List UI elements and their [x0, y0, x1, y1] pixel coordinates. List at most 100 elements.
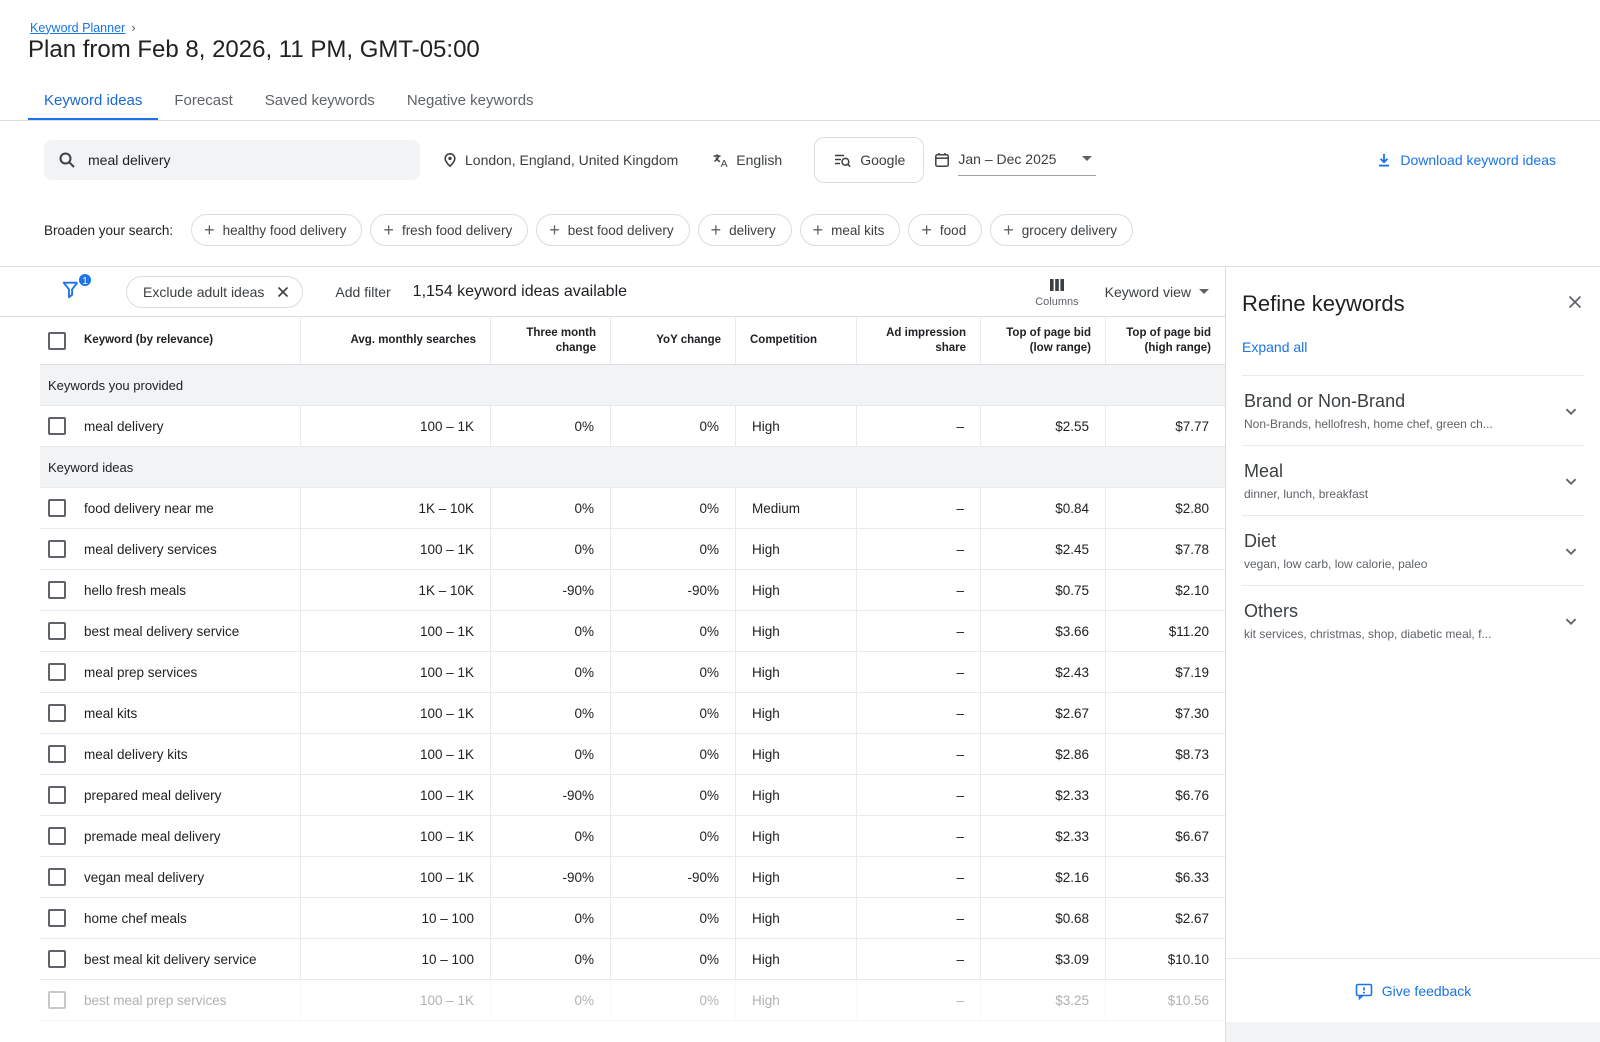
keyword-cell: home chef meals: [40, 898, 300, 938]
column-header[interactable]: YoY change: [610, 317, 735, 364]
row-checkbox[interactable]: [48, 909, 66, 927]
table-cell: 0%: [490, 898, 610, 938]
table-cell: 10 – 100: [300, 939, 490, 979]
search-input[interactable]: [88, 152, 388, 168]
refine-section-others[interactable]: Otherskit services, christmas, shop, dia…: [1242, 585, 1584, 655]
broaden-chip-grocery-delivery[interactable]: +grocery delivery: [990, 214, 1133, 246]
location-selector[interactable]: London, England, United Kingdom: [442, 152, 678, 168]
column-header[interactable]: Top of page bid (high range): [1105, 317, 1225, 364]
column-header[interactable]: Keyword (by relevance): [40, 317, 300, 364]
refine-section-brand-or-non-brand[interactable]: Brand or Non-BrandNon-Brands, hellofresh…: [1242, 375, 1584, 445]
close-icon[interactable]: [1566, 293, 1584, 311]
row-checkbox[interactable]: [48, 827, 66, 845]
table-cell: -90%: [490, 570, 610, 610]
table-cell: -90%: [610, 570, 735, 610]
broaden-chip-meal-kits[interactable]: +meal kits: [800, 214, 901, 246]
table-cell: 0%: [610, 406, 735, 446]
give-feedback-button[interactable]: Give feedback: [1226, 958, 1600, 1022]
table-cell: $2.33: [980, 775, 1105, 815]
tab-saved-keywords[interactable]: Saved keywords: [249, 84, 391, 121]
row-checkbox[interactable]: [48, 745, 66, 763]
table-cell: High: [735, 857, 856, 897]
refine-section-meal[interactable]: Mealdinner, lunch, breakfast: [1242, 445, 1584, 515]
broaden-chip-food[interactable]: +food: [908, 214, 982, 246]
keyword-cell: best meal delivery service: [40, 611, 300, 651]
broaden-chip-fresh-food-delivery[interactable]: +fresh food delivery: [370, 214, 528, 246]
chevron-down-icon: [1560, 470, 1582, 492]
columns-button[interactable]: Columns: [1035, 276, 1078, 308]
row-checkbox[interactable]: [48, 991, 66, 1009]
row-checkbox[interactable]: [48, 417, 66, 435]
table-cell: $0.84: [980, 488, 1105, 528]
refine-section-diet[interactable]: Dietvegan, low carb, low calorie, paleo: [1242, 515, 1584, 585]
row-checkbox[interactable]: [48, 663, 66, 681]
row-checkbox[interactable]: [48, 704, 66, 722]
column-header[interactable]: Ad impression share: [856, 317, 980, 364]
table-cell: –: [856, 734, 980, 774]
row-checkbox[interactable]: [48, 868, 66, 886]
table-cell: $6.67: [1105, 816, 1225, 856]
language-selector[interactable]: A English: [712, 152, 782, 169]
remove-filter-icon[interactable]: [276, 285, 290, 299]
table-cell: –: [856, 611, 980, 651]
broaden-chip-best-food-delivery[interactable]: +best food delivery: [536, 214, 689, 246]
broaden-chip-healthy-food-delivery[interactable]: +healthy food delivery: [191, 214, 362, 246]
table-cell: –: [856, 857, 980, 897]
download-keyword-ideas-button[interactable]: Download keyword ideas: [1376, 152, 1556, 168]
table-row: food delivery near me1K – 10K0%0%Medium–…: [40, 488, 1225, 529]
broaden-chips: +healthy food delivery+fresh food delive…: [183, 214, 1133, 246]
exclude-adult-ideas-chip[interactable]: Exclude adult ideas: [126, 276, 303, 308]
add-filter-button[interactable]: Add filter: [335, 284, 390, 300]
table-cell: $3.09: [980, 939, 1105, 979]
keyword-ideas-count: 1,154 keyword ideas available: [413, 283, 627, 301]
table-cell: $2.86: [980, 734, 1105, 774]
column-header[interactable]: Top of page bid (low range): [980, 317, 1105, 364]
row-checkbox[interactable]: [48, 540, 66, 558]
row-checkbox[interactable]: [48, 950, 66, 968]
table-cell: –: [856, 816, 980, 856]
table-cell: $3.25: [980, 980, 1105, 1020]
keyword-view-label: Keyword view: [1105, 284, 1191, 300]
keyword-view-dropdown[interactable]: Keyword view: [1105, 284, 1209, 300]
row-checkbox[interactable]: [48, 622, 66, 640]
table-cell: 0%: [490, 816, 610, 856]
location-label: London, England, United Kingdom: [465, 152, 678, 168]
select-all-checkbox[interactable]: [48, 332, 66, 350]
table-cell: High: [735, 775, 856, 815]
chevron-down-icon: [1199, 289, 1209, 294]
breadcrumb-keyword-planner-link[interactable]: Keyword Planner: [30, 21, 125, 35]
row-checkbox[interactable]: [48, 786, 66, 804]
table-row: home chef meals10 – 1000%0%High–$0.68$2.…: [40, 898, 1225, 939]
row-checkbox[interactable]: [48, 581, 66, 599]
chevron-down-icon: [1082, 156, 1092, 161]
row-checkbox[interactable]: [48, 499, 66, 517]
table-cell: High: [735, 734, 856, 774]
refine-panel-title: Refine keywords: [1242, 291, 1405, 317]
table-cell: –: [856, 652, 980, 692]
tab-negative-keywords[interactable]: Negative keywords: [391, 84, 550, 121]
expand-all-link[interactable]: Expand all: [1242, 339, 1307, 355]
column-header[interactable]: Avg. monthly searches: [300, 317, 490, 364]
table-cell: 100 – 1K: [300, 529, 490, 569]
keyword-search-box[interactable]: [44, 140, 420, 180]
table-header-row: Keyword (by relevance)Avg. monthly searc…: [40, 317, 1225, 365]
table-cell: 100 – 1K: [300, 816, 490, 856]
column-header[interactable]: Competition: [735, 317, 856, 364]
table-cell: 0%: [490, 406, 610, 446]
table-cell: 0%: [490, 529, 610, 569]
column-header[interactable]: Three month change: [490, 317, 610, 364]
search-icon: [58, 151, 76, 169]
table-cell: 100 – 1K: [300, 775, 490, 815]
broaden-chip-delivery[interactable]: +delivery: [698, 214, 792, 246]
table-cell: $2.16: [980, 857, 1105, 897]
table-cell: $6.33: [1105, 857, 1225, 897]
table-cell: 0%: [610, 652, 735, 692]
refine-sections: Brand or Non-BrandNon-Brands, hellofresh…: [1242, 375, 1584, 655]
filter-funnel-button[interactable]: 1: [60, 279, 84, 305]
tab-keyword-ideas[interactable]: Keyword ideas: [28, 84, 158, 121]
tab-forecast[interactable]: Forecast: [158, 84, 248, 121]
table-row: best meal delivery service100 – 1K0%0%Hi…: [40, 611, 1225, 652]
network-selector[interactable]: Google: [814, 137, 924, 183]
filter-count-badge: 1: [77, 272, 93, 288]
date-range-selector[interactable]: Jan – Dec 2025: [934, 145, 1096, 176]
